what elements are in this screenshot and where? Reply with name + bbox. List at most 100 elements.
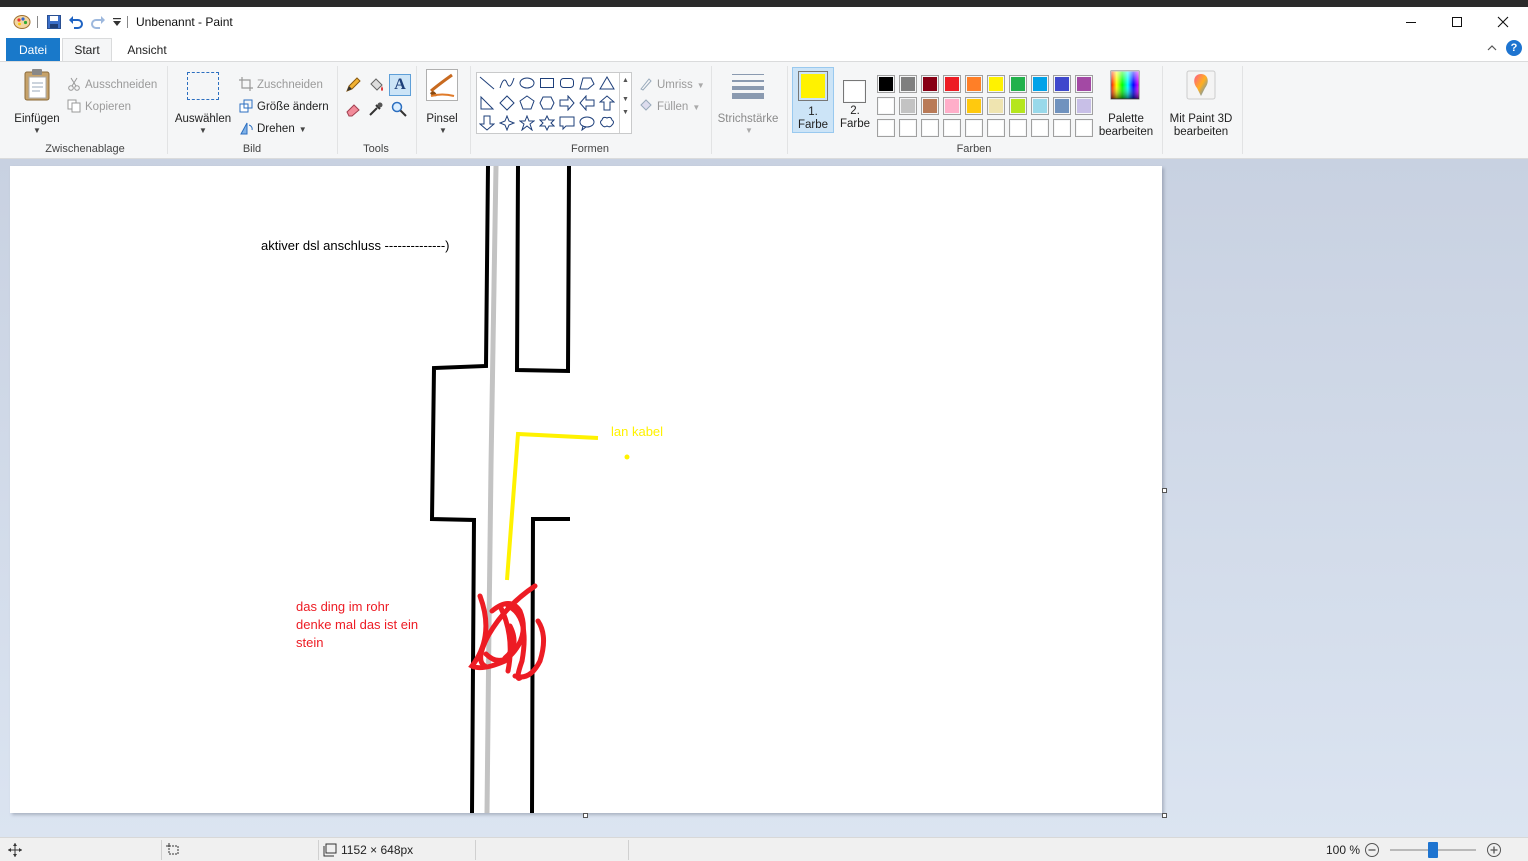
right-triangle-shape-icon[interactable]: [477, 93, 497, 113]
palette-swatch[interactable]: [1075, 97, 1093, 115]
copy-button[interactable]: Kopieren: [67, 98, 131, 116]
magnifier-icon[interactable]: [389, 99, 409, 119]
palette-swatch[interactable]: [899, 75, 917, 93]
callout-oval-shape-icon[interactable]: [577, 113, 597, 133]
palette-swatch-empty[interactable]: [943, 119, 961, 137]
outline-button[interactable]: Umriss ▼: [639, 76, 705, 94]
curve-shape-icon[interactable]: [497, 73, 517, 93]
palette-swatch[interactable]: [987, 75, 1005, 93]
palette-swatch[interactable]: [987, 97, 1005, 115]
four-point-star-shape-icon[interactable]: [497, 113, 517, 133]
text-tool-icon[interactable]: A: [389, 74, 411, 96]
hexagon-shape-icon[interactable]: [537, 93, 557, 113]
tab-view[interactable]: Ansicht: [118, 38, 176, 61]
brush-button[interactable]: Pinsel: [420, 113, 464, 126]
palette-swatch[interactable]: [899, 97, 917, 115]
collapse-ribbon-icon[interactable]: [1486, 42, 1498, 54]
callout-cloud-shape-icon[interactable]: [597, 113, 617, 133]
zoom-slider-thumb[interactable]: [1428, 842, 1438, 858]
shapes-scroll[interactable]: ▲ ▼ ▼: [619, 73, 631, 133]
color-picker-icon[interactable]: [366, 99, 386, 119]
select-button[interactable]: Auswählen: [172, 113, 234, 126]
drawing-canvas[interactable]: aktiver dsl anschluss --------------) la…: [10, 166, 1162, 813]
canvas-resize-handle-corner[interactable]: [1162, 813, 1167, 818]
palette-swatch[interactable]: [943, 75, 961, 93]
palette-swatch[interactable]: [877, 97, 895, 115]
edit-colors-button[interactable]: Palette bearbeiten: [1094, 113, 1158, 139]
palette-swatch[interactable]: [1009, 97, 1027, 115]
edit-colors-icon[interactable]: [1110, 70, 1140, 100]
edit-with-paint3d-button[interactable]: Mit Paint 3D bearbeiten: [1164, 113, 1238, 139]
palette-swatch[interactable]: [921, 97, 939, 115]
color1-button[interactable]: 1. Farbe: [792, 67, 834, 133]
palette-swatch-empty[interactable]: [1031, 119, 1049, 137]
six-point-star-shape-icon[interactable]: [537, 113, 557, 133]
undo-icon[interactable]: [67, 13, 85, 31]
pencil-icon[interactable]: [343, 75, 363, 95]
paint-app-icon[interactable]: [12, 13, 32, 31]
brush-dropdown-icon[interactable]: ▼: [439, 126, 447, 135]
stroke-width-dropdown-icon[interactable]: ▼: [745, 126, 753, 135]
save-icon[interactable]: [45, 13, 63, 31]
palette-swatch[interactable]: [943, 97, 961, 115]
palette-swatch[interactable]: [1053, 75, 1071, 93]
zoom-in-button[interactable]: [1486, 842, 1502, 858]
palette-swatch[interactable]: [1031, 97, 1049, 115]
diamond-shape-icon[interactable]: [497, 93, 517, 113]
zoom-slider-track[interactable]: [1390, 842, 1476, 858]
fill-bucket-icon[interactable]: [366, 75, 386, 95]
palette-swatch[interactable]: [921, 75, 939, 93]
palette-swatch-empty[interactable]: [921, 119, 939, 137]
redo-icon[interactable]: [89, 13, 107, 31]
maximize-button[interactable]: [1434, 7, 1480, 37]
pentagon-shape-icon[interactable]: [517, 93, 537, 113]
left-arrow-shape-icon[interactable]: [577, 93, 597, 113]
cut-button[interactable]: Ausschneiden: [67, 76, 157, 94]
crop-button[interactable]: Zuschneiden: [239, 76, 323, 94]
palette-swatch-empty[interactable]: [1009, 119, 1027, 137]
rounded-rectangle-shape-icon[interactable]: [557, 73, 577, 93]
shapes-scroll-down-icon[interactable]: ▼: [620, 96, 631, 103]
canvas-resize-handle-right[interactable]: [1162, 488, 1167, 493]
oval-shape-icon[interactable]: [517, 73, 537, 93]
zoom-out-button[interactable]: [1364, 842, 1380, 858]
palette-swatch-empty[interactable]: [899, 119, 917, 137]
palette-swatch[interactable]: [877, 75, 895, 93]
up-arrow-shape-icon[interactable]: [597, 93, 617, 113]
polygon-shape-icon[interactable]: [577, 73, 597, 93]
select-dropdown-icon[interactable]: ▼: [199, 126, 207, 135]
paste-button[interactable]: Einfügen: [10, 113, 64, 126]
palette-swatch[interactable]: [1075, 75, 1093, 93]
palette-swatch-empty[interactable]: [987, 119, 1005, 137]
help-icon[interactable]: ?: [1506, 40, 1522, 56]
paint3d-icon[interactable]: [1186, 70, 1216, 100]
tab-file[interactable]: Datei: [6, 38, 60, 61]
brush-icon[interactable]: [426, 69, 458, 101]
palette-swatch-empty[interactable]: [1075, 119, 1093, 137]
shapes-more-icon[interactable]: ▼: [620, 109, 631, 116]
palette-swatch[interactable]: [1031, 75, 1049, 93]
palette-swatch-empty[interactable]: [965, 119, 983, 137]
close-button[interactable]: [1480, 7, 1526, 37]
right-arrow-shape-icon[interactable]: [557, 93, 577, 113]
customize-quick-access-icon[interactable]: [111, 13, 123, 31]
paste-dropdown-icon[interactable]: ▼: [33, 126, 41, 135]
callout-rectangle-shape-icon[interactable]: [557, 113, 577, 133]
eraser-icon[interactable]: [343, 99, 363, 119]
palette-swatch[interactable]: [1009, 75, 1027, 93]
palette-swatch-empty[interactable]: [1053, 119, 1071, 137]
palette-swatch[interactable]: [1053, 97, 1071, 115]
fill-button[interactable]: Füllen ▼: [639, 98, 700, 116]
line-shape-icon[interactable]: [477, 73, 497, 93]
canvas-resize-handle-bottom[interactable]: [583, 813, 588, 818]
stroke-width-icon[interactable]: [730, 71, 766, 99]
rectangle-shape-icon[interactable]: [537, 73, 557, 93]
palette-swatch[interactable]: [965, 97, 983, 115]
rotate-button[interactable]: Drehen ▼: [239, 120, 307, 138]
tab-start[interactable]: Start: [62, 38, 112, 61]
palette-swatch[interactable]: [965, 75, 983, 93]
triangle-shape-icon[interactable]: [597, 73, 617, 93]
color2-button[interactable]: 2. Farbe: [836, 67, 874, 133]
five-point-star-shape-icon[interactable]: [517, 113, 537, 133]
minimize-button[interactable]: [1388, 7, 1434, 37]
